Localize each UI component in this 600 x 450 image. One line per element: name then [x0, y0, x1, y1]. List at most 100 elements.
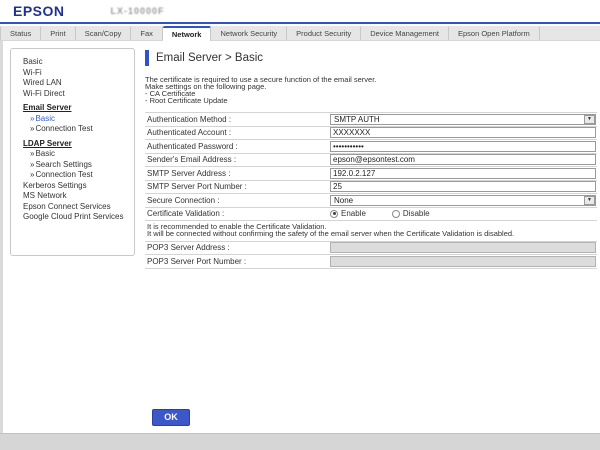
- sidebar-nav: BasicWi-FiWired LANWi-Fi DirectEmail Ser…: [10, 48, 135, 256]
- authenticated-password-control: [330, 141, 597, 152]
- tab-fax[interactable]: Fax: [131, 26, 163, 40]
- sidebar-item-email-server[interactable]: Email Server: [23, 103, 134, 114]
- tab-network[interactable]: Network: [163, 26, 212, 41]
- certificate-validation-note: It is recommended to enable the Certific…: [145, 221, 597, 241]
- form-row-pop3-server-port-number: POP3 Server Port Number :: [145, 255, 597, 269]
- tab-print[interactable]: Print: [41, 26, 75, 40]
- sub-bullet-icon: »: [30, 170, 34, 179]
- pop3-server-address-control: [330, 242, 597, 253]
- authentication-method-label: Authentication Method :: [145, 115, 330, 124]
- sidebar-item-basic-3[interactable]: »Basic: [23, 149, 134, 160]
- form-row-smtp-server-address: SMTP Server Address :: [145, 167, 597, 181]
- tab-scan-copy[interactable]: Scan/Copy: [76, 26, 132, 40]
- form-row-authenticated-password: Authenticated Password :: [145, 140, 597, 154]
- content-area: BasicWi-FiWired LANWi-Fi DirectEmail Ser…: [0, 41, 600, 433]
- web-config-page: EPSON LX-10000F StatusPrintScan/CopyFaxN…: [0, 0, 600, 450]
- main-panel: Email Server > Basic The certificate is …: [135, 41, 600, 433]
- certificate-validation-control: Enable Disable: [330, 209, 597, 218]
- tab-network-security[interactable]: Network Security: [211, 26, 287, 40]
- pop3-server-port-number-control: [330, 256, 597, 267]
- tab-epson-open-platform[interactable]: Epson Open Platform: [449, 26, 540, 40]
- page-footer: [0, 433, 600, 450]
- form-row-smtp-server-port-number: SMTP Server Port Number :: [145, 181, 597, 195]
- sidebar-item-epson-connect-services[interactable]: Epson Connect Services: [23, 202, 134, 213]
- printer-model-label: LX-10000F: [111, 6, 165, 16]
- sidebar-item-ldap-server[interactable]: LDAP Server: [23, 139, 134, 150]
- radio-label: Disable: [403, 209, 430, 218]
- tab-device-management[interactable]: Device Management: [361, 26, 449, 40]
- sender-s-email-address-input[interactable]: [330, 154, 596, 165]
- email-server-form: Authentication Method :SMTP AUTH▼Authent…: [145, 112, 597, 221]
- tab-bar: StatusPrintScan/CopyFaxNetworkNetwork Se…: [0, 26, 600, 41]
- authenticated-password-label: Authenticated Password :: [145, 142, 330, 151]
- pop3-form: POP3 Server Address : POP3 Server Port Nu…: [145, 241, 597, 269]
- smtp-server-port-number-control: [330, 181, 597, 192]
- secure-connection-control: None ▼: [330, 195, 597, 206]
- sidebar-item-label: Connection Test: [35, 124, 92, 133]
- sidebar-item-google-cloud-print-services[interactable]: Google Cloud Print Services: [23, 212, 134, 223]
- pop3-server-address-input-disabled: [330, 242, 596, 253]
- secure-connection-select[interactable]: None ▼: [330, 195, 596, 206]
- secure-connection-label: Secure Connection :: [145, 196, 330, 205]
- sidebar-item-label: Basic: [35, 114, 55, 123]
- page-description: The certificate is required to use a sec…: [145, 76, 597, 104]
- sub-bullet-icon: »: [30, 124, 34, 133]
- sidebar-item-label: Basic: [35, 149, 55, 158]
- epson-logo: EPSON: [13, 3, 65, 19]
- authenticated-account-control: [330, 127, 597, 138]
- smtp-server-address-control: [330, 168, 597, 179]
- smtp-server-address-label: SMTP Server Address :: [145, 169, 330, 178]
- sidebar-item-wi-fi-direct[interactable]: Wi-Fi Direct: [23, 89, 134, 100]
- note-line: It will be connected without confirming …: [147, 231, 597, 238]
- sender-s-email-address-label: Sender's Email Address :: [145, 155, 330, 164]
- certificate-validation-radio-disable[interactable]: Disable: [392, 209, 430, 218]
- authenticated-password-input[interactable]: [330, 141, 596, 152]
- certificate-validation-radio-enable[interactable]: Enable: [330, 209, 366, 218]
- radio-label: Enable: [341, 209, 366, 218]
- sidebar-item-ms-network[interactable]: MS Network: [23, 191, 134, 202]
- authentication-method-selected-value: SMTP AUTH: [331, 115, 380, 124]
- authenticated-account-label: Authenticated Account :: [145, 128, 330, 137]
- page-title: Email Server > Basic: [156, 52, 263, 64]
- form-row-pop3-server-address: POP3 Server Address :: [145, 242, 597, 256]
- sidebar-item-kerberos-settings[interactable]: Kerberos Settings: [23, 181, 134, 192]
- sidebar-item-search-settings[interactable]: »Search Settings: [23, 160, 134, 171]
- tab-status[interactable]: Status: [0, 26, 41, 40]
- certificate-validation-label: Certificate Validation :: [145, 209, 330, 218]
- sub-bullet-icon: »: [30, 149, 34, 158]
- description-line: Make settings on the following page.: [145, 83, 597, 90]
- tab-product-security[interactable]: Product Security: [287, 26, 361, 40]
- sidebar-item-wi-fi[interactable]: Wi-Fi: [23, 68, 134, 79]
- sidebar-item-label: Connection Test: [35, 170, 92, 179]
- form-row-certificate-validation: Certificate Validation : Enable Disable: [145, 208, 597, 222]
- sidebar-item-connection-test[interactable]: »Connection Test: [23, 124, 134, 135]
- smtp-server-address-input[interactable]: [330, 168, 596, 179]
- smtp-server-port-number-input[interactable]: [330, 181, 596, 192]
- pop3-server-port-number-label: POP3 Server Port Number :: [145, 257, 330, 266]
- secure-connection-selected-value: None: [331, 196, 353, 205]
- pop3-server-port-number-input-disabled: [330, 256, 596, 267]
- sidebar-item-basic[interactable]: Basic: [23, 57, 134, 68]
- smtp-server-port-number-label: SMTP Server Port Number :: [145, 182, 330, 191]
- pop3-server-address-label: POP3 Server Address :: [145, 243, 330, 252]
- form-row-secure-connection: Secure Connection :None ▼: [145, 194, 597, 208]
- app-header: EPSON LX-10000F: [0, 0, 600, 22]
- authentication-method-select[interactable]: SMTP AUTH ▼: [330, 114, 596, 125]
- ok-button[interactable]: OK: [152, 409, 190, 426]
- sender-s-email-address-control: [330, 154, 597, 165]
- page-title-row: Email Server > Basic: [145, 50, 597, 66]
- dropdown-arrow-icon[interactable]: ▼: [584, 196, 595, 205]
- sidebar-item-wired-lan[interactable]: Wired LAN: [23, 78, 134, 89]
- sidebar-item-basic-2[interactable]: »Basic: [23, 114, 134, 125]
- authentication-method-control: SMTP AUTH ▼: [330, 114, 597, 125]
- sidebar-item-connection-test-2[interactable]: »Connection Test: [23, 170, 134, 181]
- form-row-authentication-method: Authentication Method :SMTP AUTH ▼: [145, 113, 597, 127]
- radio-selected-icon: [330, 210, 338, 218]
- sidebar-item-label: Search Settings: [35, 160, 91, 169]
- radio-unselected-icon: [392, 210, 400, 218]
- form-row-authenticated-account: Authenticated Account :: [145, 127, 597, 141]
- dropdown-arrow-icon[interactable]: ▼: [584, 115, 595, 124]
- form-row-sender-s-email-address: Sender's Email Address :: [145, 154, 597, 168]
- sub-bullet-icon: »: [30, 160, 34, 169]
- authenticated-account-input[interactable]: [330, 127, 596, 138]
